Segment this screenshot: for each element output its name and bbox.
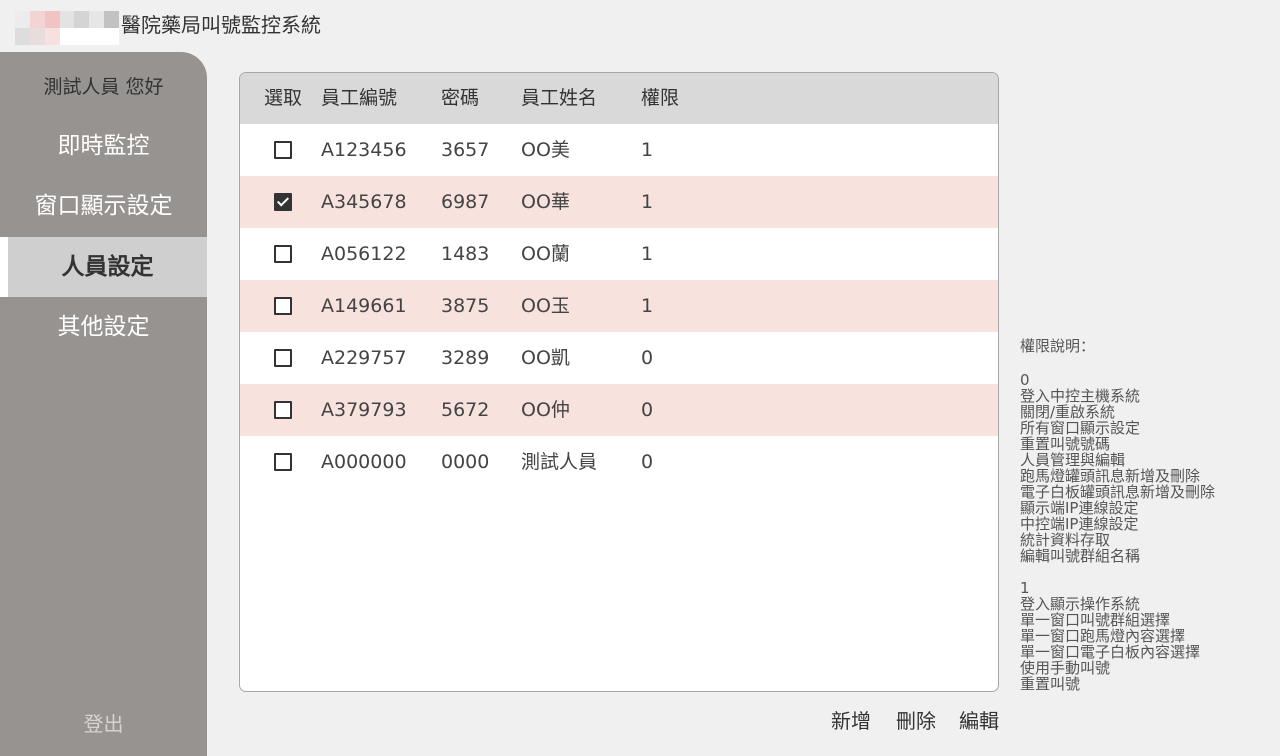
app-title: 醫院藥局叫號監控系統: [121, 13, 321, 37]
permission-notes-title: 權限說明：: [1020, 337, 1096, 355]
employee-id-cell: A149661: [321, 295, 407, 317]
table-row: A229757 3289 OO凱 0: [240, 332, 998, 384]
logo-cell: [104, 11, 119, 28]
sidebar: 測試人員 您好 即時監控 窗口顯示設定 人員設定 其他設定 登出: [0, 52, 207, 756]
permission-item: 人員管理與編輯: [1020, 451, 1126, 469]
employee-id-cell: A379793: [321, 399, 407, 421]
row-select-checkbox[interactable]: [274, 453, 292, 471]
password-cell: 1483: [441, 243, 490, 265]
employee-name-cell: OO仲: [521, 399, 570, 421]
permission-notes: 權限說明： 0 登入中控主機系統 關閉/重啟系統 所有窗口顯示設定 重置叫號號碼 人員管理…: [1020, 336, 1275, 692]
staff-table: 選取 員工編號 密碼 員工姓名 權限 A123456 3657 OO美 1 A34567…: [239, 72, 999, 692]
nav-other-settings[interactable]: 其他設定: [0, 297, 207, 357]
logo-cell: [29, 28, 45, 45]
permission-level-label: 1: [1020, 579, 1030, 597]
edit-button[interactable]: 編輯: [959, 706, 999, 736]
table-body: A123456 3657 OO美 1 A345678 6987 OO華 1 A056122 148…: [240, 124, 998, 488]
employee-id-cell: A229757: [321, 347, 407, 369]
employee-id-cell: A000000: [321, 451, 407, 473]
logout-button[interactable]: 登出: [0, 708, 207, 737]
permission-item: 重置叫號: [1020, 675, 1081, 693]
logo-cell: [44, 11, 60, 28]
employee-id-cell: A123456: [321, 139, 407, 161]
employee-name-cell: OO美: [521, 139, 570, 161]
row-select-checkbox[interactable]: [274, 297, 292, 315]
table-row: A000000 0000 測試人員 0: [240, 436, 998, 488]
permission-item: 單一窗口電子白板內容選擇: [1020, 643, 1201, 661]
permission-cell: 0: [641, 347, 654, 369]
permission-item: 跑馬燈罐頭訊息新增及刪除: [1020, 467, 1201, 485]
employee-id-cell: A056122: [321, 243, 407, 265]
row-select-checkbox[interactable]: [274, 141, 292, 159]
permission-cell: 1: [641, 243, 654, 265]
permission-item: 電子白板罐頭訊息新增及刪除: [1020, 483, 1216, 501]
table-row: A123456 3657 OO美 1: [240, 124, 998, 176]
delete-button[interactable]: 刪除: [896, 706, 936, 736]
password-cell: 3875: [441, 295, 490, 317]
permission-cell: 0: [641, 399, 654, 421]
permission-item: 單一窗口跑馬燈內容選擇: [1020, 627, 1186, 645]
add-button[interactable]: 新增: [831, 706, 871, 736]
hospital-logo: [15, 11, 119, 45]
password-cell: 0000: [441, 451, 490, 473]
permission-item: 單一窗口叫號群組選擇: [1020, 611, 1171, 629]
permission-item: 登入中控主機系統: [1020, 387, 1141, 405]
table-row: A056122 1483 OO蘭 1: [240, 228, 998, 280]
header-password: 密碼: [441, 87, 480, 109]
row-select-checkbox[interactable]: [274, 193, 292, 211]
table-header: 選取 員工編號 密碼 員工姓名 權限: [240, 73, 998, 124]
nav-staff-settings[interactable]: 人員設定: [0, 237, 207, 297]
nav-window-display-settings[interactable]: 窗口顯示設定: [0, 176, 207, 236]
header-employee-name: 員工姓名: [521, 87, 598, 109]
permission-item: 顯示端IP連線設定: [1020, 499, 1139, 517]
logo-cell: [15, 28, 30, 45]
nav-realtime-monitor[interactable]: 即時監控: [0, 116, 207, 176]
row-select-checkbox[interactable]: [274, 349, 292, 367]
permission-cell: 1: [641, 191, 654, 213]
permission-item: 中控端IP連線設定: [1020, 515, 1139, 533]
permission-item: 關閉/重啟系統: [1020, 403, 1116, 421]
logo-cell: [104, 28, 119, 45]
permission-cell: 1: [641, 139, 654, 161]
password-cell: 6987: [441, 191, 490, 213]
logo-cell: [74, 28, 90, 45]
permission-item: 使用手動叫號: [1020, 659, 1111, 677]
table-row: A149661 3875 OO玉 1: [240, 280, 998, 332]
row-select-checkbox[interactable]: [274, 245, 292, 263]
logo-cell: [15, 11, 30, 28]
header-permission: 權限: [641, 87, 680, 109]
permission-cell: 1: [641, 295, 654, 317]
header-employee-id: 員工編號: [321, 87, 398, 109]
permission-item: 編輯叫號群組名稱: [1020, 547, 1141, 565]
permission-item: 所有窗口顯示設定: [1020, 419, 1141, 437]
permission-cell: 0: [641, 451, 654, 473]
table-row: A379793 5672 OO仲 0: [240, 384, 998, 436]
logo-cell: [59, 28, 75, 45]
logo-cell: [89, 28, 105, 45]
password-cell: 3289: [441, 347, 490, 369]
row-select-checkbox[interactable]: [274, 401, 292, 419]
logo-cell: [44, 28, 60, 45]
employee-name-cell: OO凱: [521, 347, 570, 369]
logo-cell: [89, 11, 105, 28]
header-select: 選取: [264, 87, 303, 109]
employee-name-cell: OO蘭: [521, 243, 570, 265]
permission-item: 登入顯示操作系統: [1020, 595, 1141, 613]
user-greeting: 測試人員 您好: [43, 76, 164, 98]
password-cell: 3657: [441, 139, 490, 161]
employee-id-cell: A345678: [321, 191, 407, 213]
employee-name-cell: 測試人員: [521, 451, 598, 473]
logo-cell: [74, 11, 90, 28]
permission-level-label: 0: [1020, 371, 1030, 389]
permission-item: 重置叫號號碼: [1020, 435, 1111, 453]
logo-cell: [59, 11, 75, 28]
table-row: A345678 6987 OO華 1: [240, 176, 998, 228]
password-cell: 5672: [441, 399, 490, 421]
logo-cell: [29, 11, 45, 28]
employee-name-cell: OO華: [521, 191, 570, 213]
employee-name-cell: OO玉: [521, 295, 570, 317]
notes-gap: [1020, 564, 1275, 580]
permission-item: 統計資料存取: [1020, 531, 1111, 549]
